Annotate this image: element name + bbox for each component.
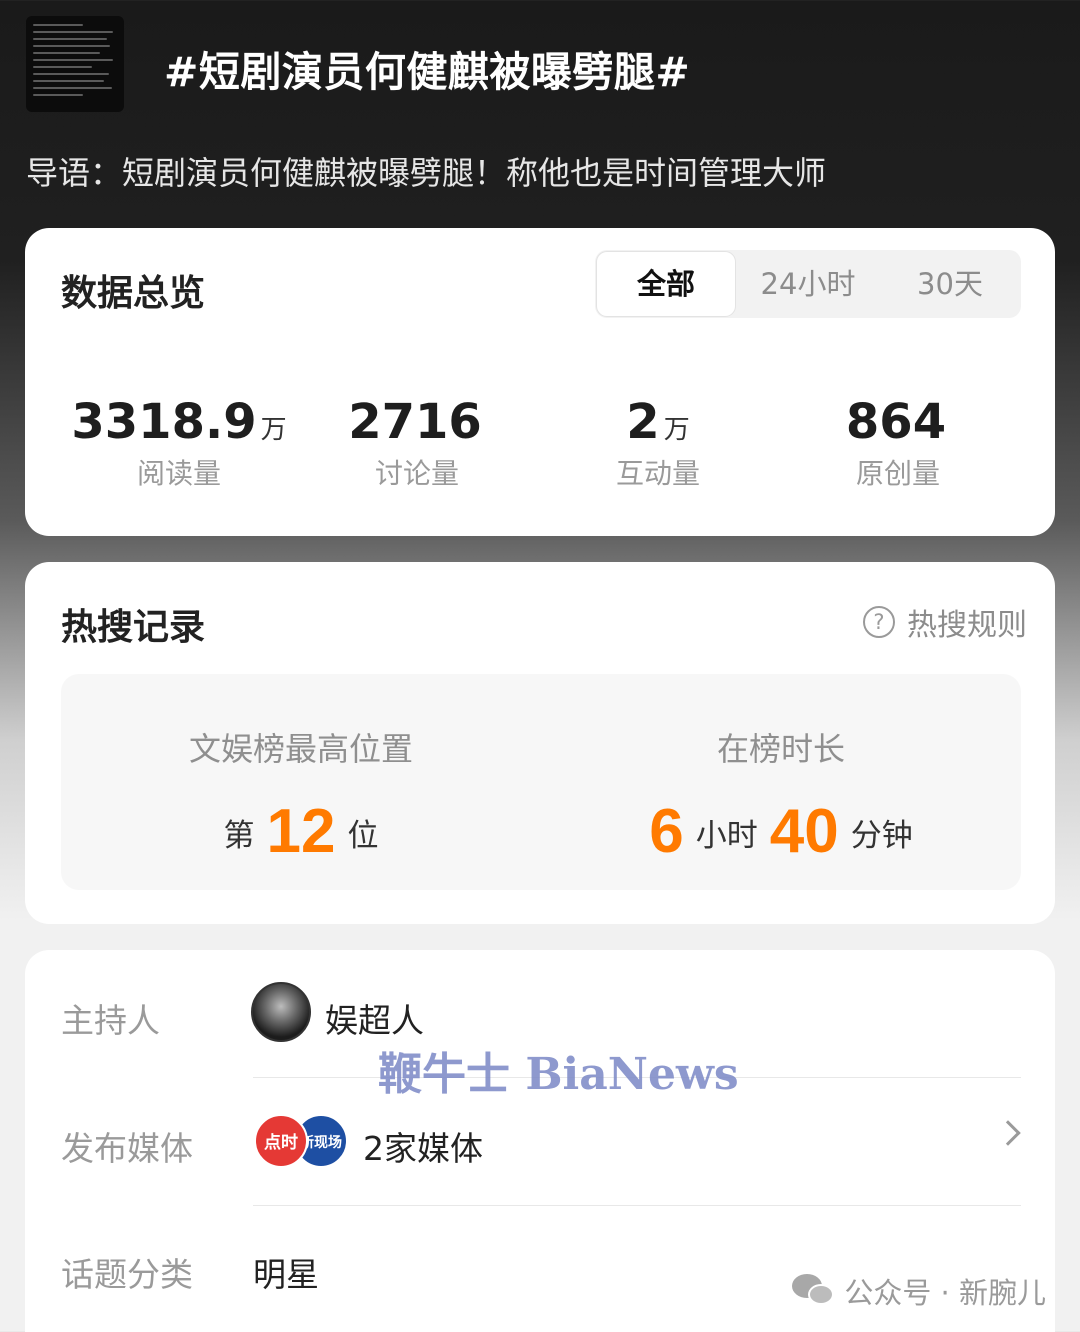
stat-original-value: 864 [845, 394, 947, 450]
duration-minutes-unit: 分钟 [850, 818, 913, 854]
stat-discussions-value: 2716 [348, 394, 482, 450]
wechat-source-text: 公众号 · 新腕儿 [844, 1276, 1046, 1310]
best-rank-value: 12 [266, 797, 336, 866]
host-avatar [251, 982, 311, 1042]
stat-original-label: 原创量 [855, 457, 940, 490]
best-rank-label: 文娱榜最高位置 [188, 730, 413, 768]
hot-search-card: 热搜记录 ? 热搜规则 文娱榜最高位置 第 12 位 在榜时长 6 小时 40 分钟 [25, 562, 1055, 924]
stat-reads: 3318.9 万 阅读量 [59, 394, 299, 492]
question-circle-icon: ? [863, 606, 895, 638]
media-count: 2家媒体 [363, 1129, 483, 1168]
topic-title: #短剧演员何健麒被曝劈腿# [164, 48, 691, 96]
stat-discussions: 2716 讨论量 [297, 394, 537, 492]
media-badge-1: 点时 [254, 1114, 308, 1168]
tab-24h[interactable]: 24小时 [737, 250, 879, 318]
stat-reads-unit: 万 [260, 415, 287, 445]
best-rank-prefix: 第 [223, 818, 255, 854]
category-value: 明星 [253, 1255, 319, 1294]
topic-thumbnail [26, 16, 124, 112]
category-row: 话题分类 明星 [61, 1206, 1021, 1332]
stat-discussions-label: 讨论量 [374, 457, 459, 490]
duration-minutes: 40 [769, 797, 839, 866]
wechat-icon [792, 1274, 836, 1308]
time-range-tabs: 全部 24小时 30天 [595, 250, 1021, 318]
hot-search-rules-link[interactable]: ? 热搜规则 [863, 600, 1027, 644]
topic-intro: 导语：短剧演员何健麒被曝劈腿！称他也是时间管理大师 [26, 154, 827, 192]
stat-reads-value: 3318.9 [71, 394, 257, 450]
overview-card: 数据总览 全部 24小时 30天 3318.9 万 阅读量 2716 讨论量 2万… [25, 228, 1055, 536]
overview-title: 数据总览 [61, 273, 206, 314]
best-rank-block: 文娱榜最高位置 第 12 位 [61, 724, 541, 866]
tab-30d[interactable]: 30天 [879, 250, 1021, 318]
stat-reads-label: 阅读量 [136, 457, 221, 490]
bianews-watermark: 鞭牛士 BiaNews [378, 1049, 739, 1100]
host-name: 娱超人 [325, 1001, 424, 1040]
duration-hours: 6 [649, 797, 684, 866]
hot-search-title: 热搜记录 [61, 607, 206, 648]
stat-interactions: 2万 互动量 [538, 394, 778, 492]
stat-interactions-value: 2 [626, 394, 660, 450]
stat-original: 864 原创量 [778, 394, 1018, 492]
duration-block: 在榜时长 6 小时 40 分钟 [541, 724, 1021, 866]
hot-search-panel: 文娱榜最高位置 第 12 位 在榜时长 6 小时 40 分钟 [61, 674, 1021, 890]
stat-interactions-unit: 万 [663, 415, 690, 445]
media-label: 发布媒体 [61, 1129, 193, 1168]
best-rank-suffix: 位 [347, 818, 379, 854]
duration-hours-unit: 小时 [695, 818, 758, 854]
category-label: 话题分类 [61, 1255, 193, 1294]
host-label: 主持人 [61, 1001, 160, 1040]
stat-interactions-label: 互动量 [615, 457, 700, 490]
wechat-source-mark: 公众号 · 新腕儿 [792, 1270, 1046, 1312]
hot-search-rules-label: 热搜规则 [907, 608, 1027, 643]
duration-label: 在榜时长 [716, 730, 845, 768]
tab-all[interactable]: 全部 [596, 251, 736, 317]
chevron-right-icon [995, 1120, 1021, 1146]
